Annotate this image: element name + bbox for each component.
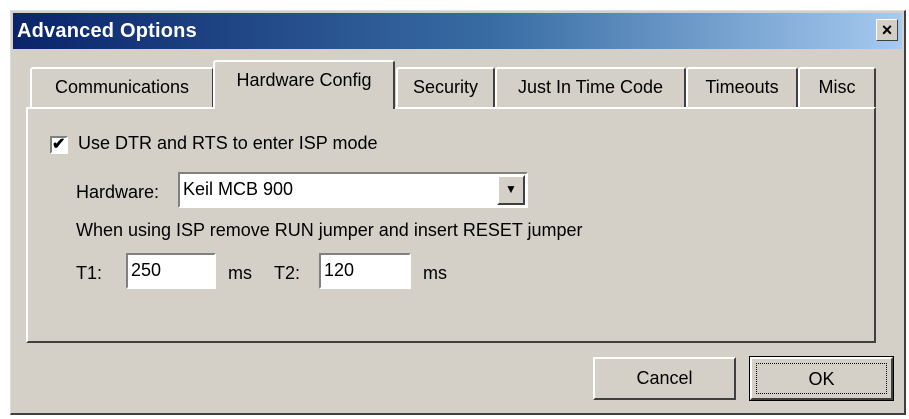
- cancel-button[interactable]: Cancel: [593, 357, 736, 400]
- checkmark-icon: ✔: [52, 136, 66, 153]
- use-dtr-rts-label[interactable]: Use DTR and RTS to enter ISP mode: [78, 133, 377, 154]
- tab-label: Security: [412, 77, 479, 97]
- t2-unit: ms: [423, 263, 447, 283]
- window-title: Advanced Options: [17, 20, 197, 42]
- tab-label: Hardware Config: [236, 70, 372, 90]
- close-icon: ×: [881, 20, 893, 40]
- t1-label: T1:: [76, 263, 103, 283]
- tab-misc[interactable]: Misc: [798, 67, 876, 107]
- tab-timeouts[interactable]: Timeouts: [686, 67, 798, 107]
- hardware-label: Hardware:: [76, 182, 160, 202]
- hardware-select-value: Keil MCB 900: [183, 179, 294, 199]
- hardware-config-panel: ✔ Use DTR and RTS to enter ISP mode Hard…: [26, 107, 876, 343]
- t1-unit: ms: [228, 263, 252, 283]
- close-button[interactable]: ×: [876, 19, 898, 41]
- chevron-down-icon: ▼: [505, 182, 517, 196]
- ok-button[interactable]: OK: [749, 356, 894, 401]
- t2-label: T2:: [274, 263, 301, 283]
- cancel-button-label: Cancel: [636, 368, 693, 388]
- title-bar[interactable]: Advanced Options ×: [13, 13, 902, 49]
- use-dtr-rts-checkbox[interactable]: ✔: [50, 136, 68, 154]
- tab-communications[interactable]: Communications: [30, 67, 214, 107]
- tab-label: Just In Time Code: [517, 77, 664, 97]
- t1-value: 250: [131, 260, 162, 280]
- tab-label: Communications: [54, 77, 190, 97]
- tab-label: Misc: [818, 77, 856, 97]
- isp-jumper-note: When using ISP remove RUN jumper and ins…: [76, 220, 583, 240]
- ok-button-label: OK: [808, 369, 835, 389]
- hardware-dropdown-button[interactable]: ▼: [497, 175, 525, 205]
- t1-input[interactable]: 250: [126, 253, 216, 289]
- focus-rect: OK: [756, 363, 887, 394]
- hardware-select[interactable]: Keil MCB 900 ▼: [178, 172, 528, 208]
- tab-label: Timeouts: [705, 77, 779, 97]
- tab-just-in-time-code[interactable]: Just In Time Code: [495, 67, 686, 107]
- tab-hardware-config[interactable]: Hardware Config: [213, 60, 395, 109]
- t2-value: 120: [324, 260, 355, 280]
- t2-input[interactable]: 120: [319, 253, 411, 289]
- tab-security[interactable]: Security: [396, 67, 495, 107]
